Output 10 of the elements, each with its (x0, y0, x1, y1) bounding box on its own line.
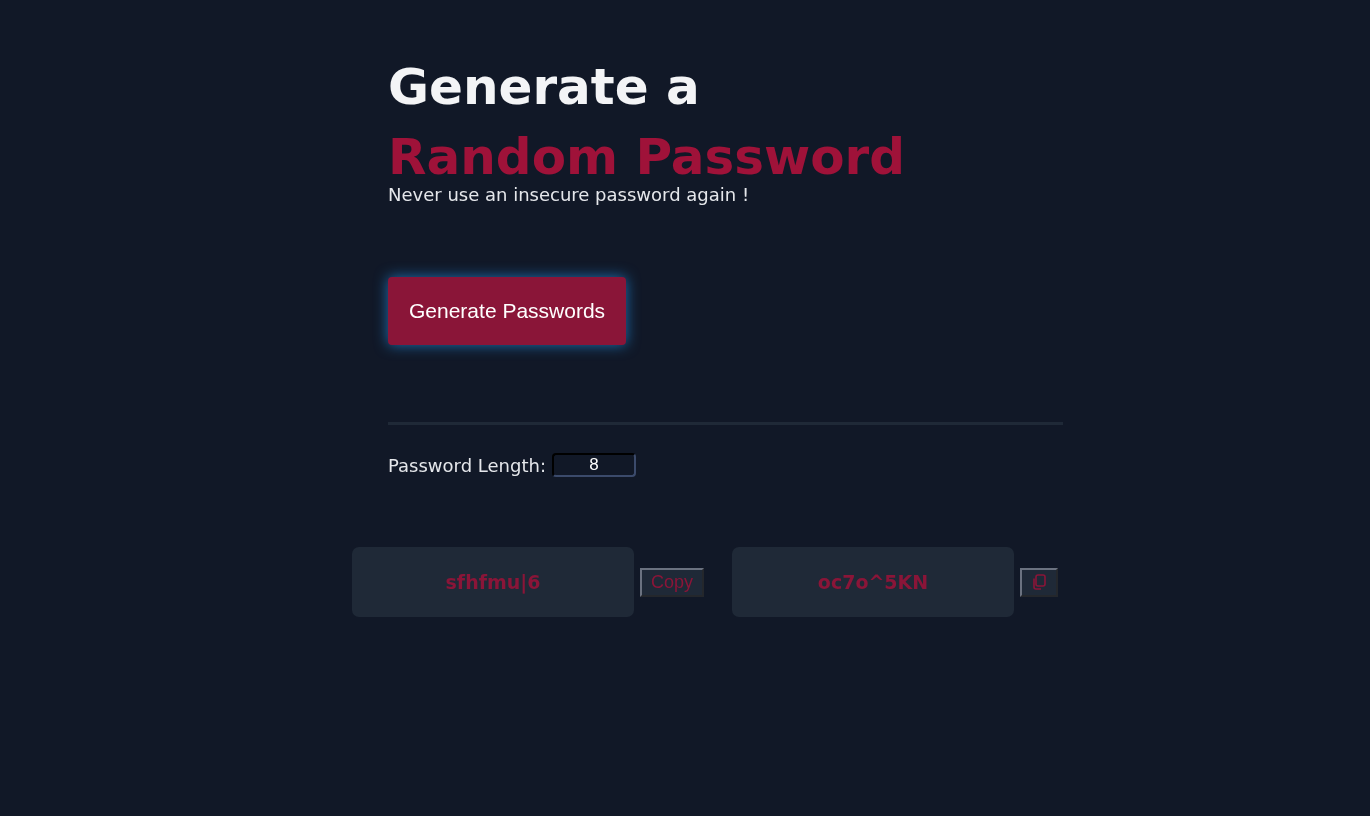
password-output: oc7o^5KN (732, 547, 1015, 617)
length-label: Password Length: (388, 454, 546, 476)
heading-line: Generate a (388, 57, 701, 118)
password-output: sfhfmu|6 (352, 547, 634, 617)
copy-icon (1030, 573, 1049, 591)
generate-button[interactable]: Generate Passwords (388, 277, 627, 345)
copy-button[interactable] (1020, 567, 1059, 597)
subtitle: Never use an insecure password again ! (388, 184, 751, 205)
heading-line: Random Password (388, 127, 907, 187)
length-field[interactable]: 8 (551, 453, 636, 477)
